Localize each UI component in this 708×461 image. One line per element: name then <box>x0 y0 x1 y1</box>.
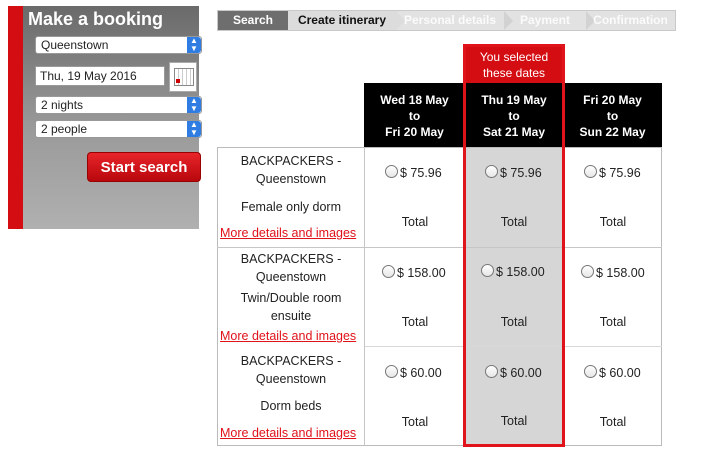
room-name-line: Queenstown <box>255 172 327 186</box>
price-value: $ 75.96 <box>400 166 442 180</box>
room-name: BACKPACKERS - Queenstown <box>218 352 364 388</box>
total-label: Total <box>599 415 627 429</box>
date-from: Wed 18 May <box>380 93 449 107</box>
step-personal-details: Personal details <box>403 13 497 27</box>
date-to-word: to <box>606 109 619 123</box>
date-to: Fri 20 May <box>385 125 444 139</box>
radio-button[interactable] <box>581 265 594 278</box>
room-name: BACKPACKERS - Queenstown <box>218 250 364 286</box>
row-divider <box>217 247 662 248</box>
checkin-date-field[interactable]: Thu, 19 May 2016 <box>35 66 165 86</box>
nights-value: 2 nights <box>41 98 84 112</box>
room-type-line: ensuite <box>270 309 312 323</box>
calendar-button[interactable] <box>169 62 197 92</box>
select-arrows-icon: ▲ ▼ <box>187 97 201 113</box>
date-from: Fri 20 May <box>583 93 642 107</box>
price-value: $ 75.96 <box>599 166 641 180</box>
price-option[interactable]: $ 60.00 <box>385 365 442 380</box>
room-type: Twin/Double room ensuite <box>218 289 364 325</box>
room-type: Female only dorm <box>240 200 342 214</box>
people-value: 2 people <box>41 122 88 136</box>
progress-steps: Search Create itinerary Personal details… <box>217 10 676 31</box>
start-search-button[interactable]: Start search <box>87 152 201 182</box>
nights-select[interactable]: 2 nights ▲ ▼ <box>35 96 202 114</box>
step-confirmation: Confirmation <box>593 13 668 27</box>
total-label: Total <box>401 315 429 329</box>
room-name-line: BACKPACKERS - <box>240 252 342 266</box>
more-details-link[interactable]: More details and images <box>220 426 356 440</box>
price-option[interactable]: $ 75.96 <box>584 165 641 180</box>
more-details-link[interactable]: More details and images <box>220 329 356 343</box>
price-option[interactable]: $ 75.96 <box>385 165 442 180</box>
price-value: $ 60.00 <box>400 366 442 380</box>
total-label: Total <box>599 315 627 329</box>
booking-panel: Make a booking Queenstown ▲ ▼ Thu, 19 May… <box>8 6 202 229</box>
radio-button[interactable] <box>584 165 597 178</box>
radio-button[interactable] <box>382 265 395 278</box>
total-label: Total <box>401 215 429 229</box>
more-details-link[interactable]: More details and images <box>220 226 356 240</box>
total-label: Total <box>599 215 627 229</box>
room-name-line: Queenstown <box>255 270 327 284</box>
date-column-header: Wed 18 May to Fri 20 May <box>364 83 465 148</box>
price-option[interactable]: $ 158.00 <box>581 265 645 280</box>
room-name-line: BACKPACKERS - <box>240 354 342 368</box>
radio-button[interactable] <box>584 365 597 378</box>
room-name: BACKPACKERS - Queenstown <box>218 152 364 188</box>
date-column-header: Fri 20 May to Sun 22 May <box>563 83 662 148</box>
column-divider <box>364 147 365 446</box>
radio-button[interactable] <box>385 165 398 178</box>
select-arrows-icon: ▲ ▼ <box>187 37 201 53</box>
price-option[interactable]: $ 60.00 <box>584 365 641 380</box>
calendar-icon <box>174 68 194 86</box>
room-type: Dorm beds <box>260 399 322 413</box>
room-name-line: Queenstown <box>255 372 327 386</box>
location-select[interactable]: Queenstown ▲ ▼ <box>35 36 202 54</box>
panel-accent-stripe <box>8 6 23 229</box>
select-arrows-icon: ▲ ▼ <box>187 121 201 137</box>
selected-dates-highlight <box>463 44 565 447</box>
location-value: Queenstown <box>41 38 109 52</box>
price-value: $ 60.00 <box>599 366 641 380</box>
radio-button[interactable] <box>385 365 398 378</box>
room-name-line: BACKPACKERS - <box>240 154 342 168</box>
date-to-word: to <box>408 109 421 123</box>
calendar-marker-icon <box>176 79 180 83</box>
price-value: $ 158.00 <box>397 266 446 280</box>
room-type-line: Twin/Double room <box>240 291 342 305</box>
step-create-itinerary: Create itinerary <box>288 11 396 30</box>
panel-title: Make a booking <box>28 9 164 29</box>
price-option[interactable]: $ 158.00 <box>382 265 446 280</box>
total-label: Total <box>401 415 429 429</box>
price-value: $ 158.00 <box>596 266 645 280</box>
date-to: Sun 22 May <box>579 125 646 139</box>
step-search[interactable]: Search <box>218 11 288 30</box>
people-select[interactable]: 2 people ▲ ▼ <box>35 120 202 138</box>
step-payment: Payment <box>519 13 571 27</box>
